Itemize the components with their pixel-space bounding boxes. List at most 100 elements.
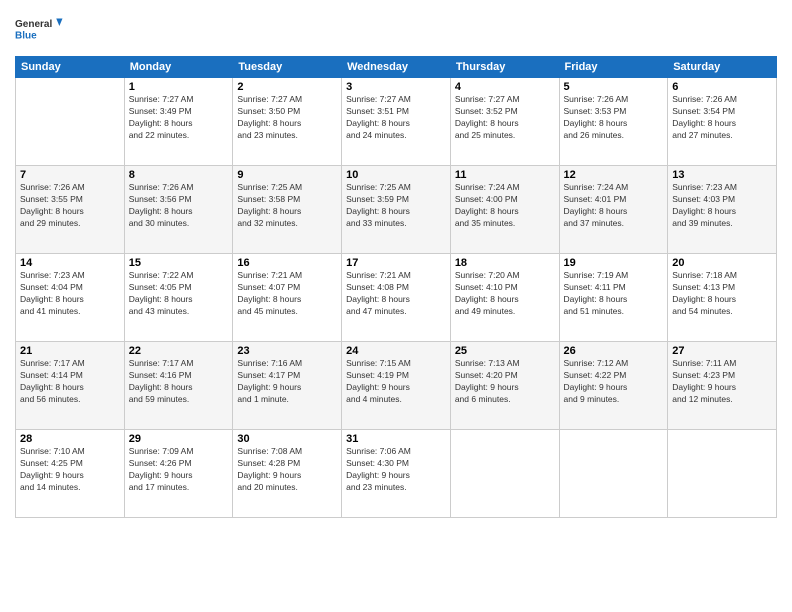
calendar-cell: 31Sunrise: 7:06 AM Sunset: 4:30 PM Dayli…: [342, 430, 451, 518]
calendar-cell: 7Sunrise: 7:26 AM Sunset: 3:55 PM Daylig…: [16, 166, 125, 254]
col-header-wednesday: Wednesday: [342, 57, 451, 78]
calendar-cell: [559, 430, 668, 518]
day-number: 21: [20, 345, 120, 357]
col-header-saturday: Saturday: [668, 57, 777, 78]
day-info: Sunrise: 7:24 AM Sunset: 4:00 PM Dayligh…: [455, 182, 555, 230]
day-number: 24: [346, 345, 446, 357]
calendar-cell: 14Sunrise: 7:23 AM Sunset: 4:04 PM Dayli…: [16, 254, 125, 342]
calendar-table: SundayMondayTuesdayWednesdayThursdayFrid…: [15, 56, 777, 518]
col-header-sunday: Sunday: [16, 57, 125, 78]
day-info: Sunrise: 7:27 AM Sunset: 3:49 PM Dayligh…: [129, 94, 229, 142]
day-number: 28: [20, 433, 120, 445]
calendar-week-5: 28Sunrise: 7:10 AM Sunset: 4:25 PM Dayli…: [16, 430, 777, 518]
calendar-cell: 29Sunrise: 7:09 AM Sunset: 4:26 PM Dayli…: [124, 430, 233, 518]
logo: General Blue: [15, 10, 65, 50]
day-number: 7: [20, 169, 120, 181]
day-number: 12: [564, 169, 664, 181]
day-info: Sunrise: 7:18 AM Sunset: 4:13 PM Dayligh…: [672, 270, 772, 318]
day-number: 6: [672, 81, 772, 93]
calendar-cell: [450, 430, 559, 518]
calendar-cell: [16, 78, 125, 166]
calendar-week-3: 14Sunrise: 7:23 AM Sunset: 4:04 PM Dayli…: [16, 254, 777, 342]
day-number: 16: [237, 257, 337, 269]
col-header-monday: Monday: [124, 57, 233, 78]
day-info: Sunrise: 7:24 AM Sunset: 4:01 PM Dayligh…: [564, 182, 664, 230]
calendar-cell: 19Sunrise: 7:19 AM Sunset: 4:11 PM Dayli…: [559, 254, 668, 342]
calendar-header-row: SundayMondayTuesdayWednesdayThursdayFrid…: [16, 57, 777, 78]
page-header: General Blue: [15, 10, 777, 50]
calendar-cell: 10Sunrise: 7:25 AM Sunset: 3:59 PM Dayli…: [342, 166, 451, 254]
day-number: 17: [346, 257, 446, 269]
day-info: Sunrise: 7:16 AM Sunset: 4:17 PM Dayligh…: [237, 358, 337, 406]
calendar-cell: 6Sunrise: 7:26 AM Sunset: 3:54 PM Daylig…: [668, 78, 777, 166]
svg-text:Blue: Blue: [15, 30, 37, 41]
day-number: 9: [237, 169, 337, 181]
day-number: 8: [129, 169, 229, 181]
calendar-cell: 12Sunrise: 7:24 AM Sunset: 4:01 PM Dayli…: [559, 166, 668, 254]
day-info: Sunrise: 7:12 AM Sunset: 4:22 PM Dayligh…: [564, 358, 664, 406]
day-number: 20: [672, 257, 772, 269]
day-info: Sunrise: 7:25 AM Sunset: 3:58 PM Dayligh…: [237, 182, 337, 230]
day-number: 19: [564, 257, 664, 269]
day-info: Sunrise: 7:13 AM Sunset: 4:20 PM Dayligh…: [455, 358, 555, 406]
day-info: Sunrise: 7:27 AM Sunset: 3:52 PM Dayligh…: [455, 94, 555, 142]
col-header-thursday: Thursday: [450, 57, 559, 78]
calendar-cell: 20Sunrise: 7:18 AM Sunset: 4:13 PM Dayli…: [668, 254, 777, 342]
day-info: Sunrise: 7:09 AM Sunset: 4:26 PM Dayligh…: [129, 446, 229, 494]
calendar-cell: 1Sunrise: 7:27 AM Sunset: 3:49 PM Daylig…: [124, 78, 233, 166]
day-number: 26: [564, 345, 664, 357]
day-info: Sunrise: 7:17 AM Sunset: 4:14 PM Dayligh…: [20, 358, 120, 406]
calendar-cell: 21Sunrise: 7:17 AM Sunset: 4:14 PM Dayli…: [16, 342, 125, 430]
calendar-cell: 25Sunrise: 7:13 AM Sunset: 4:20 PM Dayli…: [450, 342, 559, 430]
calendar-cell: 30Sunrise: 7:08 AM Sunset: 4:28 PM Dayli…: [233, 430, 342, 518]
day-number: 4: [455, 81, 555, 93]
calendar-cell: 4Sunrise: 7:27 AM Sunset: 3:52 PM Daylig…: [450, 78, 559, 166]
day-number: 2: [237, 81, 337, 93]
day-number: 11: [455, 169, 555, 181]
calendar-week-4: 21Sunrise: 7:17 AM Sunset: 4:14 PM Dayli…: [16, 342, 777, 430]
day-number: 5: [564, 81, 664, 93]
calendar-week-1: 1Sunrise: 7:27 AM Sunset: 3:49 PM Daylig…: [16, 78, 777, 166]
day-info: Sunrise: 7:15 AM Sunset: 4:19 PM Dayligh…: [346, 358, 446, 406]
day-number: 13: [672, 169, 772, 181]
day-number: 15: [129, 257, 229, 269]
day-number: 30: [237, 433, 337, 445]
day-info: Sunrise: 7:27 AM Sunset: 3:51 PM Dayligh…: [346, 94, 446, 142]
calendar-cell: 9Sunrise: 7:25 AM Sunset: 3:58 PM Daylig…: [233, 166, 342, 254]
calendar-cell: 13Sunrise: 7:23 AM Sunset: 4:03 PM Dayli…: [668, 166, 777, 254]
calendar-week-2: 7Sunrise: 7:26 AM Sunset: 3:55 PM Daylig…: [16, 166, 777, 254]
day-number: 31: [346, 433, 446, 445]
calendar-cell: 18Sunrise: 7:20 AM Sunset: 4:10 PM Dayli…: [450, 254, 559, 342]
calendar-cell: 23Sunrise: 7:16 AM Sunset: 4:17 PM Dayli…: [233, 342, 342, 430]
day-info: Sunrise: 7:17 AM Sunset: 4:16 PM Dayligh…: [129, 358, 229, 406]
calendar-cell: [668, 430, 777, 518]
day-number: 3: [346, 81, 446, 93]
day-info: Sunrise: 7:06 AM Sunset: 4:30 PM Dayligh…: [346, 446, 446, 494]
day-info: Sunrise: 7:08 AM Sunset: 4:28 PM Dayligh…: [237, 446, 337, 494]
day-info: Sunrise: 7:11 AM Sunset: 4:23 PM Dayligh…: [672, 358, 772, 406]
day-number: 1: [129, 81, 229, 93]
day-info: Sunrise: 7:21 AM Sunset: 4:07 PM Dayligh…: [237, 270, 337, 318]
calendar-cell: 22Sunrise: 7:17 AM Sunset: 4:16 PM Dayli…: [124, 342, 233, 430]
calendar-cell: 17Sunrise: 7:21 AM Sunset: 4:08 PM Dayli…: [342, 254, 451, 342]
day-info: Sunrise: 7:21 AM Sunset: 4:08 PM Dayligh…: [346, 270, 446, 318]
calendar-cell: 2Sunrise: 7:27 AM Sunset: 3:50 PM Daylig…: [233, 78, 342, 166]
day-number: 23: [237, 345, 337, 357]
day-info: Sunrise: 7:26 AM Sunset: 3:56 PM Dayligh…: [129, 182, 229, 230]
calendar-cell: 5Sunrise: 7:26 AM Sunset: 3:53 PM Daylig…: [559, 78, 668, 166]
day-info: Sunrise: 7:27 AM Sunset: 3:50 PM Dayligh…: [237, 94, 337, 142]
day-number: 27: [672, 345, 772, 357]
day-number: 18: [455, 257, 555, 269]
logo-svg: General Blue: [15, 10, 65, 50]
day-info: Sunrise: 7:23 AM Sunset: 4:04 PM Dayligh…: [20, 270, 120, 318]
calendar-cell: 3Sunrise: 7:27 AM Sunset: 3:51 PM Daylig…: [342, 78, 451, 166]
col-header-tuesday: Tuesday: [233, 57, 342, 78]
day-number: 14: [20, 257, 120, 269]
day-info: Sunrise: 7:26 AM Sunset: 3:53 PM Dayligh…: [564, 94, 664, 142]
day-info: Sunrise: 7:22 AM Sunset: 4:05 PM Dayligh…: [129, 270, 229, 318]
day-number: 29: [129, 433, 229, 445]
day-number: 10: [346, 169, 446, 181]
calendar-cell: 26Sunrise: 7:12 AM Sunset: 4:22 PM Dayli…: [559, 342, 668, 430]
day-info: Sunrise: 7:19 AM Sunset: 4:11 PM Dayligh…: [564, 270, 664, 318]
day-info: Sunrise: 7:25 AM Sunset: 3:59 PM Dayligh…: [346, 182, 446, 230]
